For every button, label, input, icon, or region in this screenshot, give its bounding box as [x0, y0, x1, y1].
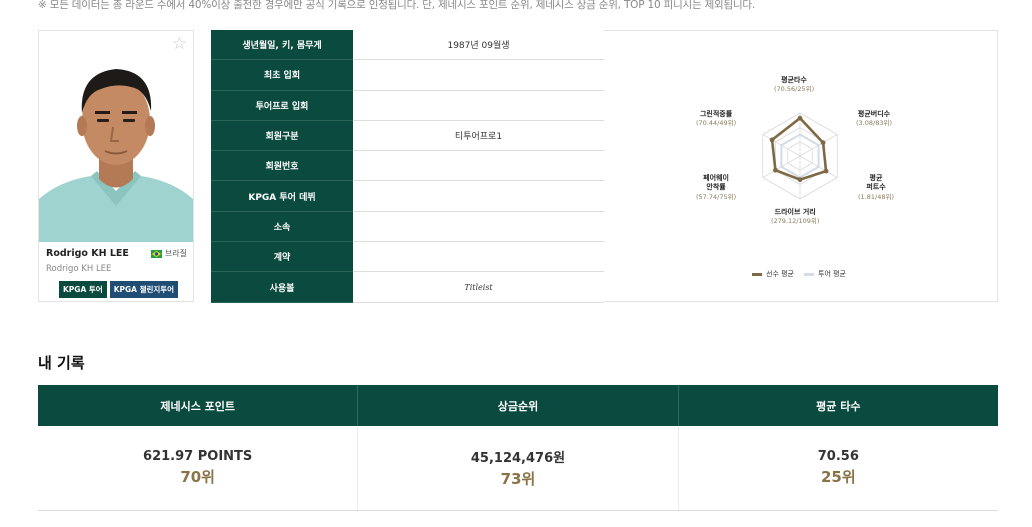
tour-badges: KPGA 투어 KPGA 챌린지투어: [59, 281, 179, 298]
radar-label-avg-score: 평균타수 (70.56/25위): [774, 76, 815, 94]
record-value: 621.97 POINTS: [143, 449, 253, 464]
favorite-star-icon[interactable]: ☆: [172, 36, 187, 53]
country-label: 브라질: [164, 249, 187, 258]
records-body: 621.97 POINTS 70위 45,124,476원 73위 70.56 …: [38, 426, 998, 511]
records-header-cell: 평균 타수: [816, 399, 861, 413]
player-info-table: 생년월일, 키, 몸무게 1987년 09월생 최초 입회 투어프로 입회 회원구…: [211, 30, 604, 303]
info-row: 회원번호: [211, 151, 604, 182]
radar-player-point: [797, 177, 803, 183]
radar-player-point: [820, 140, 826, 146]
record-rank: 73위: [500, 470, 536, 488]
info-value: [353, 181, 604, 210]
radar-player-point: [773, 167, 778, 173]
radar-player-point: [823, 168, 829, 174]
info-row: 계약: [211, 242, 604, 273]
radar-player-point: [769, 137, 775, 143]
info-key: 회원번호: [211, 151, 353, 182]
record-genesis-points: 621.97 POINTS 70위: [38, 426, 359, 510]
record-avg-score: 70.56 25위: [679, 426, 998, 510]
info-row: 투어프로 입회: [211, 90, 604, 121]
radar-label-avg-birdie: 평균버디수 (3.08/83위): [856, 110, 892, 128]
radar-label-avg-putt: 평균 퍼트수 (1.81/48위): [858, 174, 894, 201]
record-value: 45,124,476원: [470, 451, 566, 466]
player-country: 브라질: [150, 248, 187, 259]
sponsor-logo: Titleist: [464, 282, 493, 292]
record-rank: 25위: [820, 468, 856, 486]
info-key: 최초 입회: [211, 60, 353, 91]
info-value: [353, 242, 604, 271]
record-rank: 70위: [180, 468, 215, 486]
info-value: [353, 91, 604, 120]
record-prize-rank: 45,124,476원 73위: [358, 426, 679, 510]
radar-legend: 선수 평균 투어 평균: [752, 269, 846, 279]
legend-tour: 투어 평균: [804, 269, 846, 279]
info-row: KPGA 투어 데뷔: [211, 181, 604, 212]
info-row: 최초 입회: [211, 60, 604, 91]
info-value: [353, 212, 604, 241]
records-title: 내 기록: [38, 354, 85, 372]
records-header: 제네시스 포인트 상금순위 평균 타수: [38, 385, 998, 426]
stats-radar-chart: [762, 112, 838, 200]
info-value: [353, 151, 604, 180]
records-header-cell: 상금순위: [358, 385, 679, 426]
info-row: 생년월일, 키, 몸무게 1987년 09월생: [211, 30, 604, 61]
info-key: 사용볼: [211, 272, 353, 303]
info-value: 티투어프로1: [454, 132, 503, 143]
records-header-cell: 제네시스 포인트: [38, 385, 359, 426]
info-value: [353, 60, 604, 89]
info-row: 사용볼 Titleist: [211, 272, 604, 303]
info-row: 회원구분 티투어프로1: [211, 120, 604, 152]
info-value: Titleist: [353, 272, 604, 301]
info-key: 소속: [211, 211, 353, 243]
info-row: 소속: [211, 211, 604, 243]
badge-kpga-tour[interactable]: KPGA 투어: [59, 281, 107, 298]
info-key: 회원구분: [211, 120, 353, 152]
info-key: 투어프로 입회: [211, 90, 353, 121]
badge-kpga-challenge-tour[interactable]: KPGA 챌린지투어: [109, 281, 179, 298]
legend-player: 선수 평균: [752, 269, 794, 279]
radar-player-point: [797, 115, 803, 121]
info-key: 생년월일, 키, 몸무게: [211, 30, 353, 61]
records-table: 제네시스 포인트 상금순위 평균 타수 621.97 POINTS 70위 45…: [38, 385, 998, 511]
radar-label-fairway: 페어웨이 안착률 (57.74/75위): [696, 174, 737, 201]
player-name: Rodrigo KH LEE: [46, 248, 129, 259]
info-value: 1987년 09월생: [447, 41, 510, 52]
record-value: 70.56: [817, 449, 859, 464]
player-sub-name: Rodrigo KH LEE: [46, 264, 112, 274]
radar-label-drive-distance: 드라이브 거리 (279.12/109위): [771, 208, 820, 226]
player-photo: [39, 31, 193, 242]
info-key: KPGA 투어 데뷔: [211, 181, 353, 212]
notice-text: ※ 모든 데이터는 총 라운드 수에서 40%이상 출전한 경우에만 공식 기록…: [38, 0, 756, 11]
stats-radar-panel: 평균타수 (70.56/25위) 평균버디수 (3.08/83위) 평균 퍼트수 (1.…: [604, 30, 998, 302]
radar-label-green-hit: 그린적중률 (70.44/49위): [696, 110, 737, 128]
brazil-flag-icon: [150, 249, 162, 258]
player-card: ☆ Rodrigo KH LEE 브라질 Rodrigo KH LEE KPGA…: [38, 30, 194, 302]
info-key: 계약: [211, 242, 353, 273]
